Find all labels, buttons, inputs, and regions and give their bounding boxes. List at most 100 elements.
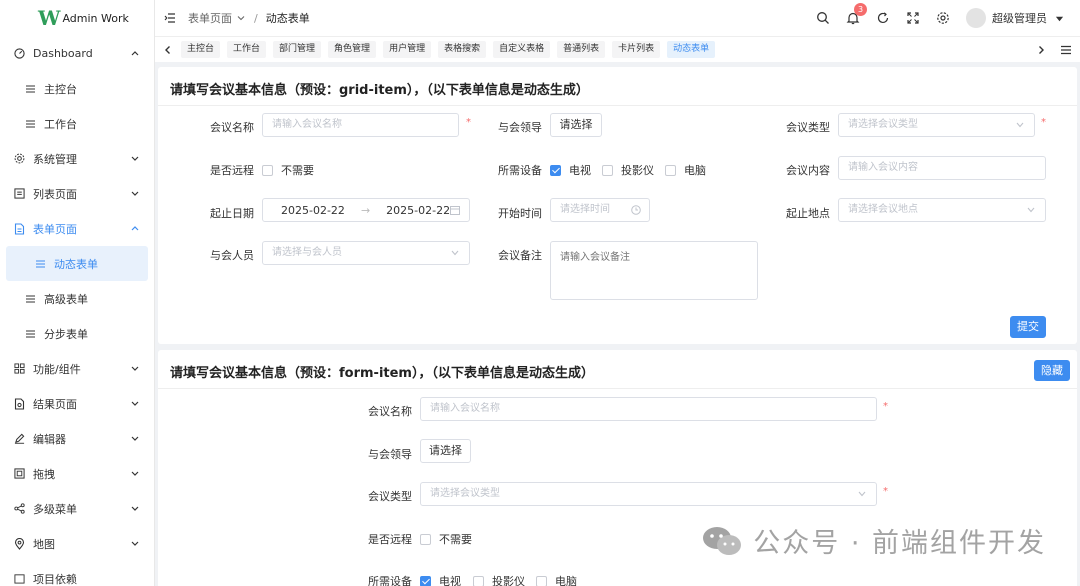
place-select[interactable]: 请选择会议地点 (838, 198, 1046, 222)
checkbox-box[interactable] (602, 164, 613, 176)
checkbox-box[interactable] (473, 575, 484, 586)
logo[interactable]: W Admin Work (0, 0, 154, 36)
checkbox-label: 电脑 (684, 164, 706, 177)
meeting-name-input[interactable]: 请输入会议名称 (262, 113, 459, 137)
list-icon (24, 83, 36, 95)
fullscreen-icon[interactable] (906, 11, 920, 25)
remark-textarea[interactable] (550, 241, 758, 300)
device-tv-checkbox[interactable]: 电视 (420, 573, 461, 586)
attendees-select[interactable]: 请选择与会人员 (262, 241, 470, 265)
sidebar-item-form-pages[interactable]: 表单页面 (0, 211, 154, 246)
list-icon (24, 293, 36, 305)
chevron-down-icon (451, 250, 459, 256)
sidebar-item-multilevel-menu[interactable]: 多级菜单 (0, 491, 154, 526)
sidebar-item-editor[interactable]: 编辑器 (0, 421, 154, 456)
submit-button[interactable]: 提交 (1010, 316, 1046, 338)
settings-icon[interactable] (936, 11, 950, 25)
tab-console[interactable]: 主控台 (181, 41, 221, 58)
sidebar-item-label: 项目依赖 (33, 572, 77, 586)
checkbox-label: 投影仪 (492, 575, 525, 586)
checkbox-box[interactable] (536, 575, 547, 586)
breadcrumb-current: 动态表单 (265, 12, 310, 25)
username[interactable]: 超级管理员 (992, 10, 1047, 26)
menu-fold-icon[interactable] (164, 12, 176, 24)
chevron-right-icon[interactable] (1036, 45, 1046, 55)
sidebar-item-drag[interactable]: 拖拽 (0, 456, 154, 491)
chevron-down-icon (131, 506, 139, 511)
meeting-type-select[interactable]: 请选择会议类型 (838, 113, 1035, 137)
refresh-icon[interactable] (876, 11, 890, 25)
arrow-right-icon: → (360, 203, 371, 217)
calendar-icon (450, 206, 460, 215)
sidebar-item-result-pages[interactable]: 结果页面 (0, 386, 154, 421)
sidebar-item-dependencies[interactable]: 项目依赖 (0, 561, 154, 586)
share-icon (13, 503, 25, 515)
select-placeholder: 请选择会议类型 (430, 488, 500, 499)
sidebar-item-map[interactable]: 地图 (0, 526, 154, 561)
card-title: 请填写会议基本信息（预设：grid-item），（以下表单信息是动态生成） (170, 83, 589, 98)
device-projector-checkbox[interactable]: 投影仪 (473, 573, 525, 586)
select-leader-button[interactable]: 请选择 (550, 113, 602, 137)
checkbox-box[interactable] (665, 164, 676, 176)
device-pc-checkbox[interactable]: 电脑 (665, 162, 706, 178)
tab-dynamic-form[interactable]: 动态表单 (667, 41, 716, 58)
select-leader-button[interactable]: 请选择 (420, 439, 471, 463)
checkbox-box-checked[interactable] (420, 575, 431, 586)
tab-custom-table[interactable]: 自定义表格 (493, 41, 551, 58)
sidebar-item-step-form[interactable]: 分步表单 (0, 316, 154, 351)
leader-label: 与会领导 (498, 121, 542, 134)
sidebar-item-system[interactable]: 系统管理 (0, 141, 154, 176)
sidebar-item-label: 功能/组件 (33, 362, 81, 376)
breadcrumb-parent[interactable]: 表单页面 (188, 10, 232, 26)
tab-user[interactable]: 用户管理 (383, 41, 432, 58)
tab-table-search[interactable]: 表格搜索 (438, 41, 487, 58)
remote-label: 是否远程 (368, 533, 412, 546)
device-tv-checkbox[interactable]: 电视 (550, 162, 591, 178)
top-header: 表单页面 / 动态表单 3 超级管理员 (155, 0, 1080, 36)
sidebar-item-label: 多级菜单 (33, 502, 77, 516)
device-pc-checkbox[interactable]: 电脑 (536, 573, 577, 586)
breadcrumb: 表单页面 / 动态表单 (188, 10, 310, 26)
notification-button[interactable]: 3 (846, 3, 867, 25)
chevron-down-icon (131, 156, 139, 161)
dashboard-icon (13, 48, 25, 60)
checkbox-box[interactable] (262, 164, 273, 176)
chevron-left-icon[interactable] (163, 45, 173, 55)
checkbox-box[interactable] (420, 533, 431, 545)
date-range-picker[interactable]: 2025-02-22 → 2025-02-22 (262, 198, 470, 222)
tab-workbench[interactable]: 工作台 (227, 41, 267, 58)
date-start[interactable]: 2025-02-22 (281, 204, 345, 217)
sidebar-item-console[interactable]: 主控台 (0, 71, 154, 106)
caret-down-icon[interactable] (1055, 14, 1064, 23)
remote-label: 是否远程 (210, 164, 254, 177)
sidebar-item-label: 拖拽 (33, 467, 55, 481)
date-end[interactable]: 2025-02-22 (386, 204, 450, 217)
sidebar-item-label: 编辑器 (33, 432, 66, 446)
sidebar-item-workbench[interactable]: 工作台 (0, 106, 154, 141)
sidebar-item-advanced-form[interactable]: 高级表单 (0, 281, 154, 316)
tab-card-list[interactable]: 卡片列表 (612, 41, 661, 58)
sidebar-item-dashboard[interactable]: Dashboard (0, 36, 154, 71)
tab-role[interactable]: 角色管理 (328, 41, 377, 58)
content-input[interactable]: 请输入会议内容 (838, 156, 1046, 180)
meeting-type-select[interactable]: 请选择会议类型 (420, 482, 877, 506)
checkbox-box-checked[interactable] (550, 164, 561, 176)
attendees-label: 与会人员 (210, 249, 254, 262)
meeting-name-input[interactable]: 请输入会议名称 (420, 397, 877, 421)
hide-button[interactable]: 隐藏 (1034, 360, 1070, 381)
menu-icon[interactable] (1060, 45, 1072, 55)
device-projector-checkbox[interactable]: 投影仪 (602, 162, 654, 178)
tab-department[interactable]: 部门管理 (273, 41, 322, 58)
chevron-down-icon (858, 491, 866, 497)
time-placeholder: 请选择时间 (560, 204, 610, 215)
remote-checkbox[interactable]: 不需要 (420, 531, 472, 547)
sidebar-item-list-pages[interactable]: 列表页面 (0, 176, 154, 211)
search-icon[interactable] (816, 11, 830, 25)
sidebar-item-dynamic-form[interactable]: 动态表单 (6, 246, 148, 281)
start-time-picker[interactable]: 请选择时间 (550, 198, 650, 222)
tab-normal-list[interactable]: 普通列表 (557, 41, 606, 58)
remote-checkbox[interactable]: 不需要 (262, 162, 314, 178)
sidebar-item-components[interactable]: 功能/组件 (0, 351, 154, 386)
avatar[interactable] (966, 8, 986, 28)
watermark-text: 公众号 · 前端组件开发 (753, 528, 1046, 559)
